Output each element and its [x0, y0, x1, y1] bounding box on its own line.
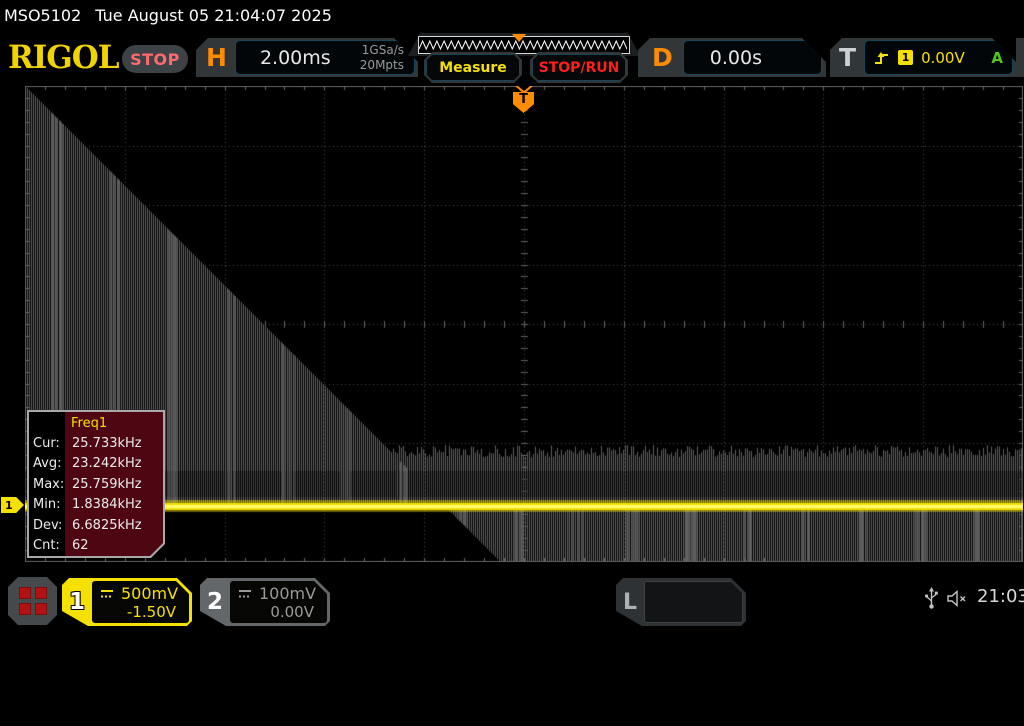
stop-run-button-label: STOP/RUN — [532, 54, 626, 81]
rigol-logo: RIGOL — [8, 39, 120, 77]
channel1-box: 500mV -1.50V — [92, 581, 189, 623]
memory-depth: 20Mpts — [359, 57, 404, 72]
measurement-row-label: Avg: — [33, 456, 62, 472]
measurement-row-label: Max: — [33, 476, 65, 492]
measurement-row: Min: 1.8384kHz — [29, 495, 163, 516]
timebase-value: 2.00ms — [259, 46, 331, 69]
horizontal-settings-button[interactable]: H 2.00ms 1GSa/s 20Mpts — [196, 38, 418, 77]
channel2-offset: 0.00V — [270, 603, 314, 621]
acquisition-state-badge: STOP — [122, 45, 188, 73]
channel2-widget[interactable]: 2 100mV 0.00V — [200, 578, 330, 626]
measurement-row-value: 1.8384kHz — [72, 497, 142, 513]
measure-button[interactable]: Measure — [424, 52, 522, 83]
horizontal-box: 2.00ms 1GSa/s 20Mpts — [235, 40, 415, 75]
horizontal-label: H — [206, 43, 227, 72]
measurement-row-label: Dev: — [33, 517, 63, 533]
clock-text: 21:03 — [977, 586, 1024, 607]
channel1-ground-marker[interactable]: 1 — [1, 497, 24, 513]
channel1-offset: -1.50V — [126, 603, 176, 621]
channel1-number: 1 — [68, 589, 85, 615]
rising-edge-trigger-icon — [874, 51, 890, 65]
delay-box: 0.00s — [683, 40, 822, 75]
logic-analyzer-label: L — [622, 589, 638, 615]
preview-zigzag — [419, 41, 627, 49]
logic-channels-row1: 0 1 2 3 4 5 6 7 — [653, 622, 741, 636]
usb-icon — [925, 587, 938, 609]
sample-rate-info: 1GSa/s 20Mpts — [360, 43, 414, 72]
measurement-row-value: 23.242kHz — [72, 456, 142, 472]
measurement-row-label: Cnt: — [33, 538, 60, 554]
measure-button-label: Measure — [426, 54, 520, 81]
trigger-level-value: 0.00V — [921, 48, 965, 67]
measurement-title: Freq1 — [71, 416, 108, 431]
measurement-row-value: 25.759kHz — [72, 476, 142, 492]
channel1-scale: 500mV — [121, 584, 179, 603]
trigger-position-triangle-inner — [518, 86, 530, 91]
collapsed-menu-tab[interactable] — [1016, 38, 1024, 77]
logic-analyzer-widget[interactable]: L 0 1 2 3 4 5 6 7 8 9 10 11 12 13 14 15 — [616, 578, 746, 626]
trigger-source-badge: 1 — [898, 50, 913, 65]
measurement-row-value: 62 — [72, 538, 89, 554]
speaker-muted-icon[interactable] — [947, 590, 969, 607]
measurement-row: Max: 25.759kHz — [29, 474, 163, 495]
trigger-box: 1 0.00V A — [864, 40, 1013, 75]
preview-trigger-position-icon[interactable] — [512, 34, 526, 42]
measurement-row: Cnt: 62 — [29, 536, 163, 557]
measurement-popup-body: Freq1 Cur: 25.733kHz Avg: 23.242kHz Max:… — [29, 412, 163, 556]
measurement-row: Cur: 25.733kHz — [29, 433, 163, 454]
stop-run-button[interactable]: STOP/RUN — [530, 52, 628, 83]
measurement-row-value: 25.733kHz — [72, 435, 142, 451]
titlebar: MSO5102 Tue August 05 21:04:07 2025 — [4, 6, 332, 25]
measurement-row: Dev: 6.6825kHz — [29, 515, 163, 536]
delay-label: D — [652, 43, 673, 72]
datetime-text: Tue August 05 21:04:07 2025 — [95, 6, 332, 25]
measurement-row: Avg: 23.242kHz — [29, 454, 163, 475]
measurement-popup[interactable]: Freq1 Cur: 25.733kHz Avg: 23.242kHz Max:… — [27, 410, 165, 558]
app-grid-icon[interactable] — [8, 577, 57, 625]
measurement-row-label: Cur: — [33, 435, 60, 451]
sample-rate: 1GSa/s — [361, 43, 404, 58]
trigger-mode-indicator: A — [991, 48, 1003, 67]
channel1-widget[interactable]: 1 500mV -1.50V — [62, 578, 192, 626]
app-grid-squares — [19, 587, 47, 615]
channel2-scale: 100mV — [259, 584, 317, 603]
dc-coupling-icon — [238, 589, 254, 599]
measurement-row-value: 6.6825kHz — [72, 517, 142, 533]
trigger-settings-button[interactable]: T 1 0.00V A — [830, 38, 1016, 77]
trigger-label: T — [839, 43, 857, 72]
logic-channels-row2: 8 9 10 11 12 13 14 15 — [653, 674, 776, 688]
logic-analyzer-channels: 0 1 2 3 4 5 6 7 8 9 10 11 12 13 14 15 — [644, 581, 743, 623]
delay-settings-button[interactable]: D 0.00s — [638, 38, 826, 77]
delay-value: 0.00s — [709, 46, 762, 69]
channel2-number: 2 — [206, 589, 223, 615]
dc-coupling-icon — [100, 589, 116, 599]
graticule-canvas[interactable] — [25, 86, 1023, 562]
model-name: MSO5102 — [4, 6, 82, 25]
measurement-row-label: Min: — [33, 497, 61, 513]
channel2-box: 100mV 0.00V — [230, 581, 327, 623]
